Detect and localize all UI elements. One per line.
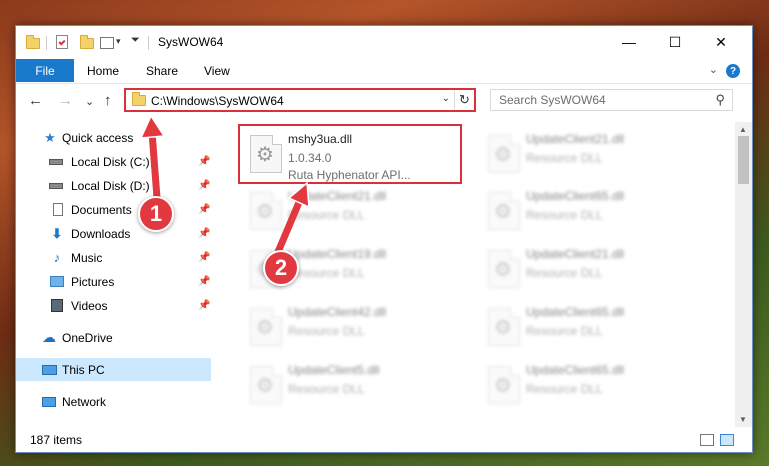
callout-2: 2: [263, 250, 299, 286]
arrow-1: [148, 128, 161, 202]
callout-1: 1: [138, 196, 174, 232]
callout-arrows: [139, 114, 310, 256]
arrow-1-head: [139, 114, 166, 139]
arrow-2: [274, 196, 304, 256]
